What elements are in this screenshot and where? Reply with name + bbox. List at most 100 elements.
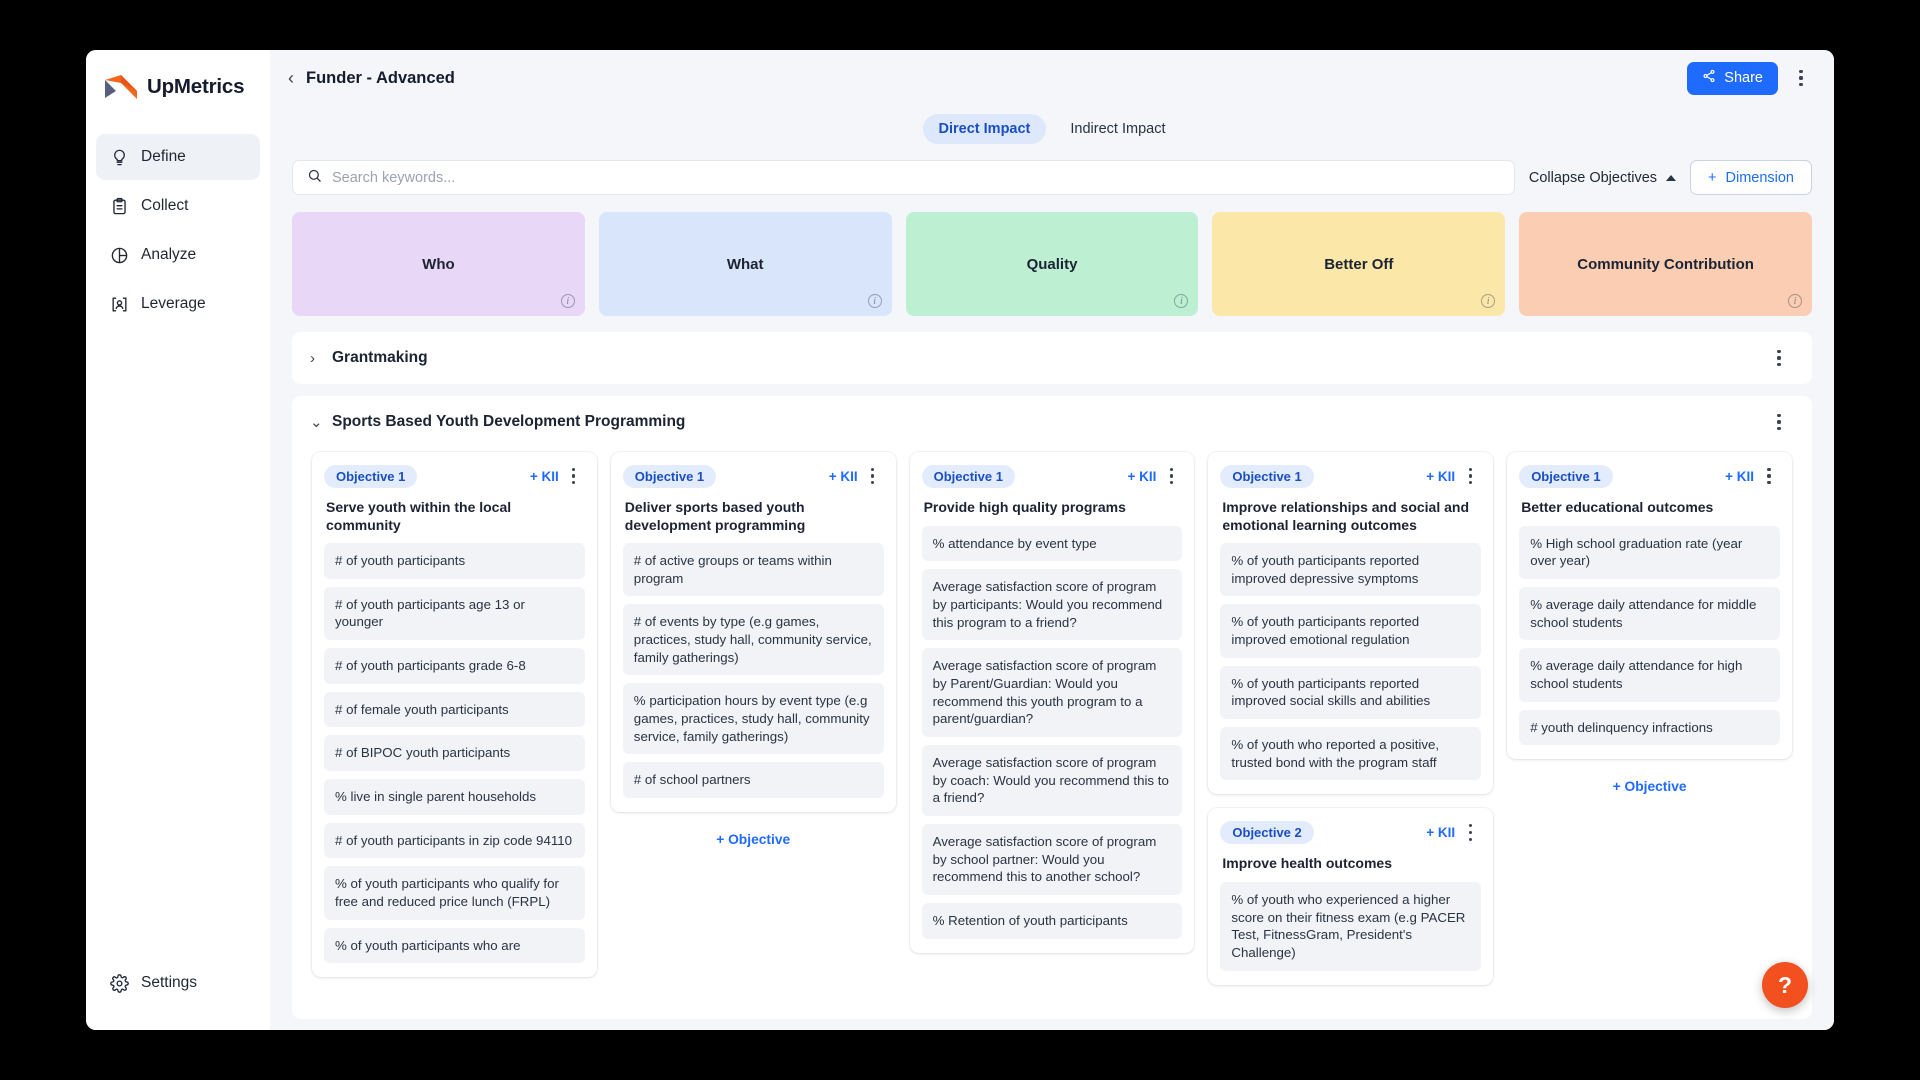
objective-title: Serve youth within the local community <box>326 499 512 533</box>
objective-badge: Objective 1 <box>622 464 717 488</box>
dimension-card-quality[interactable]: Quality i <box>905 212 1199 316</box>
metric-item[interactable]: # of youth participants age 13 or younge… <box>324 586 585 641</box>
dimension-card-better-off[interactable]: Better Off i <box>1212 212 1506 316</box>
objective-title: Provide high quality programs <box>923 499 1126 515</box>
add-kii-button[interactable]: + KII <box>1426 825 1455 840</box>
add-kii-button[interactable]: + KII <box>1725 469 1754 484</box>
kebab-menu-icon[interactable] <box>1758 463 1780 489</box>
section-header[interactable]: › Grantmaking <box>292 332 1812 384</box>
kebab-menu-icon[interactable] <box>563 463 585 489</box>
dimension-card-community-contribution[interactable]: Community Contribution i <box>1519 212 1812 316</box>
objective-card-header: Objective 1 + KII <box>921 463 1183 489</box>
kebab-menu-icon[interactable] <box>1160 463 1182 489</box>
sidebar-item-label: Analyze <box>141 246 197 263</box>
share-button[interactable]: Share <box>1687 61 1778 95</box>
page-title: Funder - Advanced <box>306 68 455 87</box>
add-kii-button[interactable]: + KII <box>1426 469 1455 484</box>
metric-item[interactable]: % High school graduation rate (year over… <box>1519 525 1780 579</box>
info-icon[interactable]: i <box>867 294 882 308</box>
search-box[interactable] <box>292 160 1515 195</box>
objective-card-actions: + KII <box>829 463 884 489</box>
metric-item[interactable]: Average satisfaction score of program by… <box>921 823 1183 895</box>
sidebar-item-define[interactable]: Define <box>96 134 260 180</box>
metric-item[interactable]: # of BIPOC youth participants <box>324 735 585 772</box>
metric-item[interactable]: % live in single parent households <box>324 779 585 815</box>
metric-item[interactable]: # of active groups or teams within progr… <box>622 543 884 597</box>
objective-card: Objective 1 + KII Better educational outco… <box>1507 452 1792 760</box>
objective-card-header: Objective 1 + KII <box>1220 464 1481 488</box>
collapse-objectives-label: Collapse Objectives <box>1528 169 1658 186</box>
chevron-up-icon <box>1666 174 1677 181</box>
chevron-right-icon[interactable]: › <box>310 350 328 367</box>
metric-item[interactable]: % participation hours by event type (e.g… <box>622 683 884 755</box>
info-icon[interactable]: i <box>1481 294 1496 308</box>
app-window: UpMetrics Define Collect Analyze Leverag… <box>86 50 1834 1030</box>
kebab-menu-icon[interactable] <box>862 463 884 489</box>
info-icon[interactable]: i <box>1174 294 1189 308</box>
metric-item[interactable]: # of youth participants <box>324 543 585 579</box>
sidebar-item-collect[interactable]: Collect <box>96 183 260 229</box>
collapse-objectives-toggle[interactable]: Collapse Objectives <box>1528 169 1677 186</box>
objective-title: Better educational outcomes <box>1521 499 1714 515</box>
metric-item[interactable]: % attendance by event type <box>921 525 1183 562</box>
kebab-menu-icon[interactable] <box>1459 463 1481 489</box>
metric-item[interactable]: # of female youth participants <box>324 691 585 728</box>
info-icon[interactable]: i <box>1787 294 1802 308</box>
sidebar-item-analyze[interactable]: Analyze <box>96 232 260 278</box>
sidebar-item-settings[interactable]: Settings <box>96 960 260 1006</box>
kebab-menu-icon[interactable] <box>1790 65 1812 91</box>
metric-item[interactable]: % of youth participants reported improve… <box>1220 543 1482 597</box>
sidebar-item-label: Settings <box>141 974 198 991</box>
share-icon <box>1702 69 1716 87</box>
objective-card-header: Objective 1 + KII <box>622 463 884 489</box>
metric-item[interactable]: Average satisfaction score of program by… <box>921 569 1183 641</box>
main-content: ‹ Funder - Advanced Share Direct Impact … <box>270 50 1834 1030</box>
metric-item[interactable]: % of youth who reported a positive, trus… <box>1220 727 1482 781</box>
tab-indirect-impact[interactable]: Indirect Impact <box>1054 114 1181 144</box>
objective-badge: Objective 1 <box>1519 464 1613 488</box>
add-dimension-label: Dimension <box>1725 169 1795 186</box>
add-objective-button[interactable]: + Objective <box>611 826 896 849</box>
metric-item[interactable]: Average satisfaction score of program by… <box>921 744 1183 816</box>
search-input[interactable] <box>332 169 1500 186</box>
metric-item[interactable]: % of youth participants reported improve… <box>1220 604 1482 658</box>
metric-item[interactable]: % average daily attendance for high scho… <box>1519 648 1780 702</box>
add-kii-button[interactable]: + KII <box>530 469 559 484</box>
back-button[interactable]: ‹ <box>288 69 294 87</box>
metric-item[interactable]: % of youth participants who are <box>324 927 585 964</box>
metric-item[interactable]: # of school partners <box>622 762 884 799</box>
add-objective-button[interactable]: + Objective <box>1507 773 1792 796</box>
metric-item[interactable]: % of youth who experienced a higher scor… <box>1220 881 1482 971</box>
metric-item[interactable]: % average daily attendance for middle sc… <box>1519 586 1780 641</box>
dimension-card-who[interactable]: Who i <box>292 212 585 316</box>
dimension-label: What <box>726 255 764 273</box>
section-header[interactable]: ⌄ Sports Based Youth Development Program… <box>292 396 1812 448</box>
objective-card-actions: + KII <box>1725 463 1780 489</box>
objective-columns: Objective 1 + KII Serve youth within the l… <box>292 448 1812 1019</box>
metric-item[interactable]: % of youth participants who qualify for … <box>324 866 585 920</box>
objective-column: Objective 1 + KII Provide high quality pro… <box>909 452 1195 967</box>
dimension-card-what[interactable]: What i <box>598 212 892 316</box>
dimension-cards: Who i What i Quality i Better Off i Comm… <box>270 195 1834 316</box>
kebab-menu-icon[interactable] <box>1768 409 1790 435</box>
add-dimension-button[interactable]: + Dimension <box>1690 160 1812 195</box>
topbar: ‹ Funder - Advanced Share <box>270 50 1834 106</box>
metric-item[interactable]: Average satisfaction score of program by… <box>921 648 1183 737</box>
metric-item[interactable]: % Retention of youth participants <box>921 902 1183 939</box>
info-icon[interactable]: i <box>560 294 575 308</box>
metric-item[interactable]: # of events by type (e.g games, practice… <box>622 604 884 676</box>
sidebar-item-leverage[interactable]: Leverage <box>96 281 260 327</box>
metric-item[interactable]: % of youth participants reported improve… <box>1220 665 1482 720</box>
metric-item[interactable]: # of youth participants grade 6-8 <box>324 648 585 684</box>
metric-item[interactable]: # of youth participants in zip code 9411… <box>324 822 585 859</box>
chevron-down-icon[interactable]: ⌄ <box>310 413 328 431</box>
kebab-menu-icon[interactable] <box>1459 819 1481 845</box>
tab-direct-impact[interactable]: Direct Impact <box>922 114 1047 144</box>
clipboard-icon <box>110 197 129 216</box>
search-icon <box>307 168 322 188</box>
metric-item[interactable]: # youth delinquency infractions <box>1519 709 1780 746</box>
help-button[interactable]: ? <box>1762 962 1808 1008</box>
kebab-menu-icon[interactable] <box>1768 345 1790 371</box>
add-kii-button[interactable]: + KII <box>829 469 858 484</box>
add-kii-button[interactable]: + KII <box>1128 469 1157 484</box>
